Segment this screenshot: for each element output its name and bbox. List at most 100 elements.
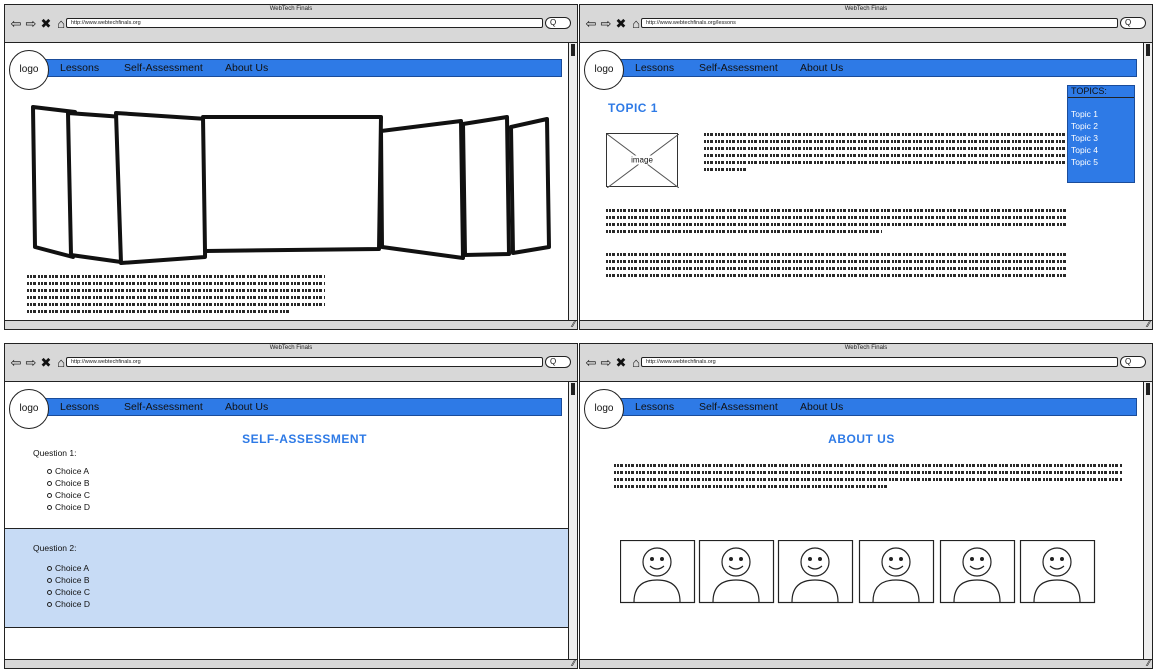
nav-lessons[interactable]: Lessons [60,61,99,75]
resize-grip-icon[interactable]: ⁄⁄ [1147,660,1150,668]
body-text-placeholder [27,275,325,317]
resize-grip-icon[interactable]: ⁄⁄ [572,321,575,329]
nav-about-us[interactable]: About Us [800,400,843,414]
q1-choice-c[interactable]: Choice C [47,490,90,500]
nav-about-us[interactable]: About Us [225,400,268,414]
title-bar: WebTech Finals ⇦ ⇨ ✖ ⌂ http://www.webtechfi… [580,5,1152,43]
nav-self-assessment[interactable]: Self-Assessment [699,400,778,414]
url-field[interactable]: http://www.webtechfinals.org [66,357,543,367]
carousel-slide-center [201,115,383,253]
q1-choice-d[interactable]: Choice D [47,502,90,512]
q1-choice-b[interactable]: Choice B [47,478,90,488]
radio-icon[interactable] [47,602,52,608]
topic-link[interactable]: Topic 1 [1071,108,1134,120]
search-button[interactable]: Q [1120,17,1146,29]
browser-window-about: WebTech Finals ⇦ ⇨ ✖ ⌂ http://www.webtechfi… [579,343,1153,669]
image-carousel[interactable] [25,97,555,272]
radio-icon[interactable] [47,578,52,584]
back-icon[interactable]: ⇦ [9,355,24,371]
logo[interactable]: logo [9,50,49,90]
about-text-placeholder [614,464,1122,492]
team-member-avatar [1019,540,1096,604]
url-field[interactable]: http://www.webtechfinals.org [641,357,1118,367]
image-placeholder: image [606,133,679,188]
carousel-slide [379,119,465,260]
logo[interactable]: logo [9,389,49,429]
nav-bar: Lessons Self-Assessment About Us [25,398,562,416]
topic-link[interactable]: Topic 3 [1071,132,1134,144]
q2-choice-a[interactable]: Choice A [47,563,89,573]
nav-self-assessment[interactable]: Self-Assessment [124,400,203,414]
vertical-scrollbar[interactable] [1143,382,1152,659]
image-label: image [629,155,655,165]
carousel-slide [114,111,209,265]
question-2-panel: Question 2: Choice A Choice B Choice C C… [5,528,568,628]
radio-icon[interactable] [47,566,52,572]
forward-icon[interactable]: ⇨ [24,355,39,371]
close-icon[interactable]: ✖ [614,16,629,32]
browser-window-self-assessment: WebTech Finals ⇦ ⇨ ✖ ⌂ http://www.webtechfi… [4,343,578,669]
vertical-scrollbar[interactable] [568,43,577,320]
nav-about-us[interactable]: About Us [225,61,268,75]
window-title: WebTech Finals [269,6,313,12]
close-icon[interactable]: ✖ [39,16,54,32]
topics-header: TOPICS: [1068,86,1134,98]
page-viewport: Lessons Self-Assessment About Us logo SE… [5,382,568,659]
q1-choice-a[interactable]: Choice A [47,466,89,476]
resize-grip-icon[interactable]: ⁄⁄ [1147,321,1150,329]
vertical-scrollbar[interactable] [1143,43,1152,320]
radio-icon[interactable] [47,505,52,511]
url-field[interactable]: http://www.webtechfinals.org [66,18,543,28]
horizontal-scrollbar[interactable]: ⁄⁄ [5,320,577,329]
radio-icon[interactable] [47,493,52,499]
search-button[interactable]: Q [545,17,571,29]
window-title: WebTech Finals [844,345,888,351]
topic-link[interactable]: Topic 5 [1071,156,1134,168]
search-button[interactable]: Q [1120,356,1146,368]
radio-icon[interactable] [47,469,52,475]
horizontal-scrollbar[interactable]: ⁄⁄ [580,659,1152,668]
back-icon[interactable]: ⇦ [584,355,599,371]
logo[interactable]: logo [584,389,624,429]
nav-bar: Lessons Self-Assessment About Us [25,59,562,77]
nav-self-assessment[interactable]: Self-Assessment [124,61,203,75]
q2-choice-b[interactable]: Choice B [47,575,90,585]
forward-icon[interactable]: ⇨ [24,16,39,32]
back-icon[interactable]: ⇦ [9,16,24,32]
team-member-avatar [620,540,696,604]
carousel-slide [509,117,551,255]
horizontal-scrollbar[interactable]: ⁄⁄ [580,320,1152,329]
carousel-slide [461,115,511,257]
topic-link[interactable]: Topic 2 [1071,120,1134,132]
q2-choice-d[interactable]: Choice D [47,599,90,609]
horizontal-scrollbar[interactable]: ⁄⁄ [5,659,577,668]
page-title: ABOUT US [828,432,895,446]
forward-icon[interactable]: ⇨ [599,16,614,32]
vertical-scrollbar[interactable] [568,382,577,659]
radio-icon[interactable] [47,481,52,487]
topic-link[interactable]: Topic 4 [1071,144,1134,156]
nav-lessons[interactable]: Lessons [635,61,674,75]
back-icon[interactable]: ⇦ [584,16,599,32]
q2-choice-c[interactable]: Choice C [47,587,90,597]
topics-panel: TOPICS: Topic 1 Topic 2 Topic 3 Topic 4 … [1067,85,1135,183]
team-avatars [620,540,1096,604]
nav-self-assessment[interactable]: Self-Assessment [699,61,778,75]
window-title: WebTech Finals [844,6,888,12]
search-button[interactable]: Q [545,356,571,368]
resize-grip-icon[interactable]: ⁄⁄ [572,660,575,668]
topic-title: TOPIC 1 [608,101,658,115]
close-icon[interactable]: ✖ [614,355,629,371]
url-field[interactable]: http://www.webtechfinals.org/lessons [641,18,1118,28]
page-title: SELF-ASSESSMENT [242,432,367,446]
close-icon[interactable]: ✖ [39,355,54,371]
radio-icon[interactable] [47,590,52,596]
browser-window-lessons: WebTech Finals ⇦ ⇨ ✖ ⌂ http://www.webtechfi… [579,4,1153,330]
forward-icon[interactable]: ⇨ [599,355,614,371]
page-viewport: Lessons Self-Assessment About Us logo AB… [580,382,1143,659]
nav-lessons[interactable]: Lessons [60,400,99,414]
logo[interactable]: logo [584,50,624,90]
nav-lessons[interactable]: Lessons [635,400,674,414]
nav-about-us[interactable]: About Us [800,61,843,75]
team-member-avatar [858,540,935,604]
